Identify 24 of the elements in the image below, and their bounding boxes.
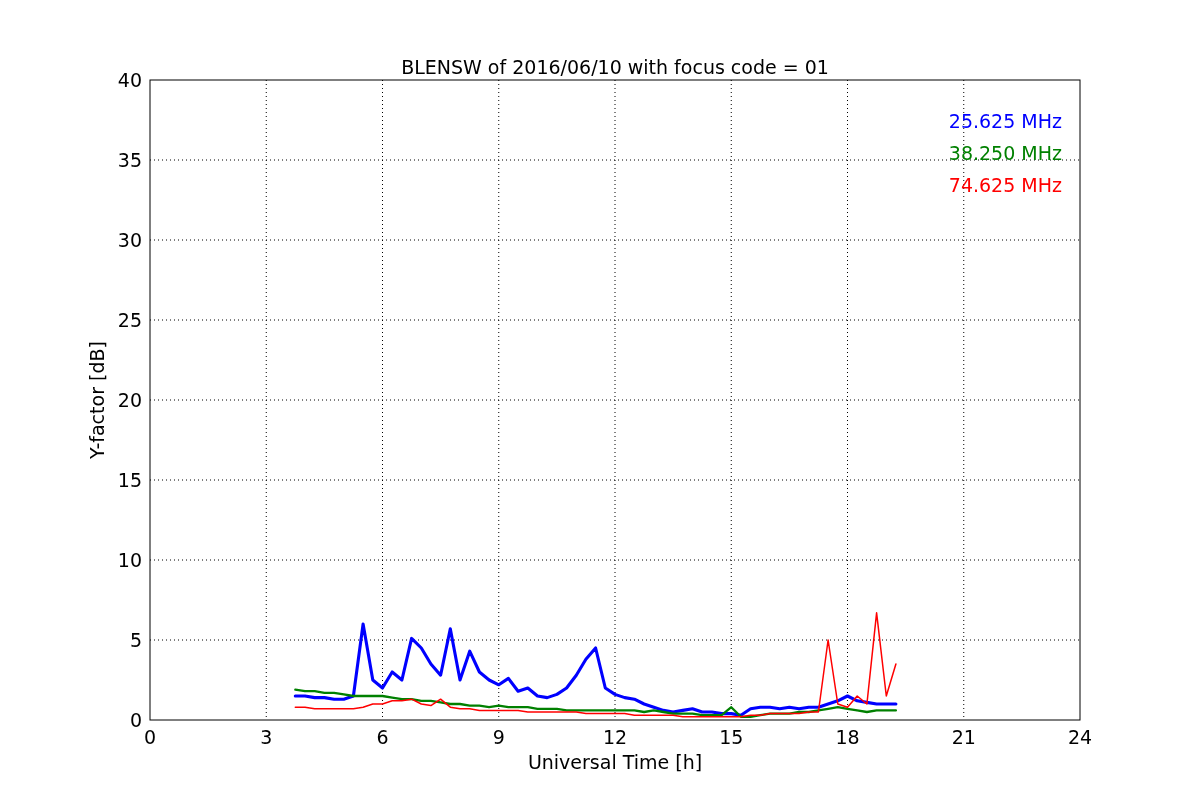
y-tick-label: 15 [117,469,142,491]
x-tick-label: 0 [143,726,157,748]
chart-title: BLENSW of 2016/06/10 with focus code = 01 [401,56,829,78]
legend-label: 38.250 MHz [948,142,1062,164]
x-tick-label: 24 [1067,726,1093,748]
y-tick-label: 25 [117,309,142,331]
y-tick-label: 10 [117,549,142,571]
x-axis-title: Universal Time [h] [527,751,703,773]
x-tick-label: 12 [602,726,628,748]
y-tick-label: 35 [117,149,142,171]
x-tick-label: 21 [951,726,976,748]
y-tick-label: 0 [129,709,142,731]
legend-label: 25.625 MHz [948,110,1062,132]
y-tick-label: 20 [117,389,142,411]
y-tick-label: 5 [129,629,142,651]
y-axis-title: Y-factor [dB] [86,341,108,459]
x-tick-label: 3 [260,726,273,748]
x-tick-label: 6 [376,726,389,748]
y-tick-label: 30 [117,229,142,251]
x-tick-label: 18 [835,726,860,748]
x-tick-label: 15 [719,726,744,748]
x-tick-label: 9 [492,726,505,748]
legend-label: 74.625 MHz [948,174,1062,196]
y-tick-label: 40 [117,69,142,91]
